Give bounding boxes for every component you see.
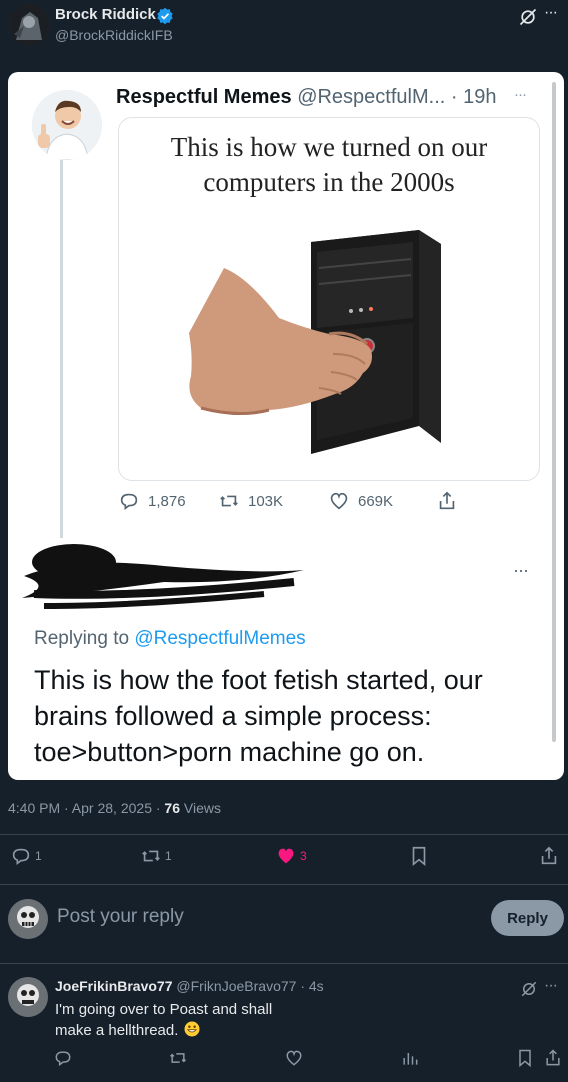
bookmark-icon (412, 846, 426, 867)
quoted-reposts: 103K (218, 490, 283, 512)
reply-repost-action[interactable] (168, 1048, 188, 1068)
quoted-replies: 1,876 (118, 490, 186, 512)
reply-button[interactable]: Reply (491, 900, 564, 936)
repost-icon (142, 850, 160, 862)
like-icon (330, 492, 348, 510)
reply-reply-action[interactable] (53, 1048, 73, 1068)
author-name[interactable]: Brock Riddick (55, 6, 156, 23)
reply-author-avatar[interactable] (8, 977, 48, 1017)
post-timestamp[interactable]: 4:40 PM · Apr 28, 2025 · (8, 800, 164, 816)
quoted-likes: 669K (328, 490, 393, 512)
reply-author-line: JoeFrikinBravo77 @FriknJoeBravo77 · 4s (55, 978, 324, 994)
quoted-reposts-count: 103K (248, 492, 284, 510)
repost-icon (169, 1053, 187, 1063)
share-action[interactable] (538, 845, 560, 867)
share-icon (541, 846, 557, 865)
reply-icon (55, 1051, 71, 1067)
author-handle[interactable]: @BrockRiddickIFB (55, 27, 173, 43)
quoted-more-icon: ··· (514, 86, 527, 103)
views-icon (403, 1053, 418, 1065)
repost-action[interactable]: 1 (140, 845, 172, 867)
reply-more-options-icon[interactable]: ··· (544, 977, 558, 995)
author-avatar[interactable] (8, 4, 50, 46)
reply-grok-icon[interactable] (520, 980, 538, 998)
replying-to-line: Replying to @RespectfulMemes (34, 628, 306, 650)
like-count: 3 (300, 849, 307, 863)
reply-time[interactable]: · 4s (300, 978, 323, 994)
reply-tweet-text: I'm going over to Poast and shall make a… (55, 1001, 273, 1039)
like-action[interactable]: 3 (275, 845, 307, 867)
reply-action[interactable]: 1 (10, 845, 42, 867)
foot-pressing-pc-illustration (189, 230, 441, 454)
grok-icon[interactable] (518, 7, 538, 27)
reply-like-action[interactable] (284, 1048, 304, 1068)
more-options-icon[interactable]: ··· (544, 4, 558, 22)
reply-action-bar (0, 1048, 568, 1072)
reply-tweet-body: I'm going over to Poast and shall make a… (55, 1000, 275, 1044)
post-meta: 4:40 PM · Apr 28, 2025 · 76 Views (8, 800, 221, 816)
meme-image: This is how we turned on our computers i… (118, 117, 540, 481)
my-avatar[interactable] (8, 899, 48, 939)
quoted-replies-count: 1,876 (148, 492, 186, 510)
reply-body-text: This is how the foot fetish started, our… (34, 665, 483, 767)
divider-mid (0, 884, 568, 885)
views-count: 76 (164, 800, 180, 816)
action-bar: 1 1 3 (0, 845, 568, 873)
quoted-time: 19h (463, 86, 497, 108)
replying-prefix: Replying to (34, 628, 135, 649)
card-scrollbar (552, 82, 556, 742)
views-label: Views (180, 800, 221, 816)
quoted-stats: 1,876 103K 669K (118, 490, 478, 514)
reply-views-action[interactable] (400, 1048, 420, 1068)
repost-icon (220, 495, 238, 507)
reply-icon (120, 493, 138, 510)
quoted-author-handle: @RespectfulM... (297, 86, 446, 108)
quoted-likes-count: 669K (358, 492, 394, 510)
share-icon (546, 1049, 560, 1066)
replying-handle: @RespectfulMemes (134, 628, 306, 649)
verified-badge-icon (156, 7, 174, 25)
reply-share-action[interactable] (543, 1048, 563, 1068)
repost-count: 1 (165, 849, 172, 863)
like-icon (286, 1050, 302, 1066)
reply-input[interactable]: Post your reply (57, 906, 184, 928)
quoted-author-name: Respectful Memes (116, 86, 292, 108)
reply-more-icon: ··· (513, 560, 529, 580)
bookmark-action[interactable] (408, 845, 430, 867)
bookmark-icon (519, 1049, 531, 1068)
reply-author-handle[interactable]: @FriknJoeBravo77 (176, 978, 296, 994)
divider-bottom (0, 963, 568, 964)
share-icon (439, 491, 455, 510)
redaction-scribble (14, 536, 314, 616)
quoted-author-avatar (32, 90, 102, 160)
quoted-separator: · (450, 86, 458, 108)
divider-top (0, 834, 568, 835)
quoted-author-line: Respectful Memes @RespectfulM... · 19h (116, 86, 496, 109)
reply-icon (12, 848, 30, 865)
grin-emoji-icon (183, 1020, 201, 1044)
like-filled-icon (278, 848, 294, 864)
reply-author-name[interactable]: JoeFrikinBravo77 (55, 978, 173, 994)
reply-count: 1 (35, 849, 42, 863)
reply-bookmark-action[interactable] (515, 1048, 535, 1068)
quoted-share (436, 490, 458, 512)
thread-line (60, 158, 63, 538)
